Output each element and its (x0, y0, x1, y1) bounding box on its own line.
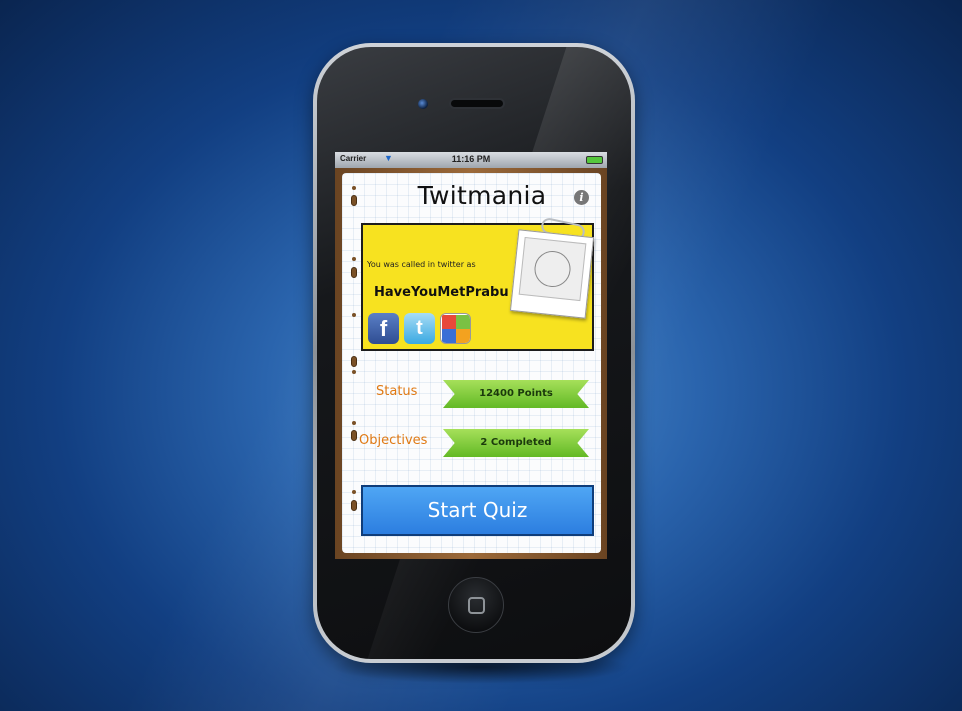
clock-time: 11:16 PM (451, 154, 491, 164)
photo-sketch (518, 236, 587, 302)
game-tile-orange (456, 329, 470, 343)
binder-ring (351, 195, 357, 206)
profile-card: You was called in twitter as HaveYouMetP… (361, 216, 595, 351)
earpiece-speaker (449, 98, 505, 109)
battery-icon (586, 156, 603, 164)
device-screen: Carrier ▼ 11:16 PM Twitmania i You was c… (335, 152, 607, 559)
objectives-ribbon[interactable]: 2 Completed (443, 429, 589, 457)
game-tile-green (456, 315, 470, 329)
status-ribbon: 12400 Points (443, 380, 589, 408)
app-title: Twitmania (417, 181, 547, 210)
game-tile-red (442, 315, 456, 329)
objectives-value: 2 Completed (480, 437, 552, 448)
front-camera (418, 99, 428, 109)
device-bezel: Carrier ▼ 11:16 PM Twitmania i You was c… (317, 47, 631, 659)
twitter-username: HaveYouMetPrabu (374, 285, 509, 300)
info-icon[interactable]: i (574, 190, 589, 205)
home-button[interactable] (448, 577, 504, 633)
start-quiz-button[interactable]: Start Quiz (361, 485, 594, 536)
binder-ring-dot (352, 490, 356, 494)
binder-ring (351, 267, 357, 278)
twitter-alias-caption: You was called in twitter as (367, 260, 476, 269)
binder-ring (351, 430, 357, 441)
profile-photo (509, 229, 595, 319)
home-square-icon (468, 597, 485, 614)
iphone-device: Carrier ▼ 11:16 PM Twitmania i You was c… (313, 43, 635, 663)
game-tile-blue (442, 329, 456, 343)
binder-ring (351, 500, 357, 511)
game-center-icon[interactable] (440, 313, 471, 344)
objectives-label: Objectives (359, 433, 428, 448)
status-bar: Carrier ▼ 11:16 PM (335, 152, 607, 168)
twitter-icon[interactable]: t (404, 313, 435, 344)
status-value: 12400 Points (479, 388, 553, 399)
binder-ring-dot (352, 186, 356, 190)
binder-ring-dot (352, 257, 356, 261)
binder-ring-dot (352, 313, 356, 317)
binder-ring-dot (352, 421, 356, 425)
status-label: Status (376, 384, 418, 399)
binder-ring (351, 356, 357, 367)
binder-cover: Twitmania i You was called in twitter as… (335, 168, 607, 559)
binder-ring-dot (352, 370, 356, 374)
facebook-icon[interactable]: f (368, 313, 399, 344)
avatar-sketch-icon (532, 249, 573, 289)
notebook-page: Twitmania i You was called in twitter as… (342, 173, 601, 553)
